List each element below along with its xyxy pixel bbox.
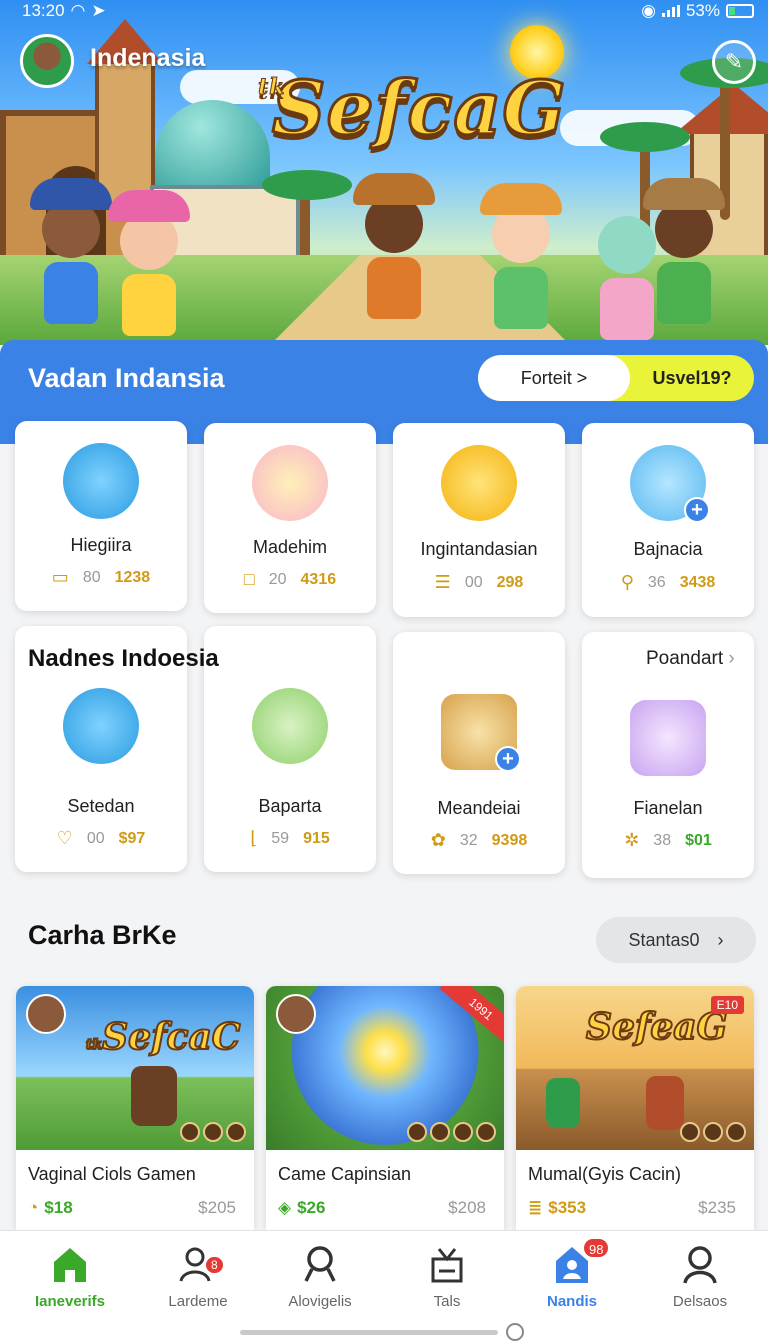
home-button-circle[interactable]: [506, 1323, 524, 1341]
game-thumbnail: tkSefcaC: [16, 986, 254, 1150]
character-boy-wizard: [353, 173, 435, 319]
square-icon: □: [243, 569, 255, 589]
category-card[interactable]: + Meandeiai ✿ 32 9398: [393, 632, 565, 874]
bottom-navigation: Ianeverifs 8 Lardeme Alovigelis Tals 98 …: [0, 1230, 768, 1344]
coins-stack-icon: ≣: [528, 1198, 543, 1217]
time: 13:20: [22, 1, 65, 20]
user-avatar[interactable]: [20, 34, 74, 88]
category-card[interactable]: Hiegiira ▭ 80 1238: [15, 421, 187, 611]
battery-percent: 53%: [685, 1, 720, 20]
nav-item-nandis[interactable]: 98 Nandis: [508, 1237, 636, 1310]
flower-icon: ✿: [430, 830, 446, 850]
home-indicator[interactable]: [240, 1330, 498, 1335]
home-icon: [6, 1243, 134, 1287]
location-title: Indenasia: [90, 44, 206, 72]
game-card[interactable]: 1991 Came Capinsian ◈ $26 $208: [266, 986, 504, 1230]
alarm-icon: ◉: [641, 1, 656, 20]
wifi-icon: ◠: [70, 1, 86, 20]
mosque-dome: [155, 100, 270, 190]
game-thumbnail: SefeaG E10: [516, 986, 754, 1150]
subsection-title: Nadnes Indoesia: [28, 645, 219, 672]
category-card[interactable]: Ingintandasian ☰ 00 298: [393, 423, 565, 617]
popular-link[interactable]: Poandart ›: [646, 648, 735, 670]
nav-item-tv[interactable]: Tals: [383, 1243, 511, 1310]
edit-button[interactable]: ✎: [712, 40, 756, 84]
list-icon: ☰: [434, 572, 451, 592]
game-thumbnail: 1991: [266, 986, 504, 1150]
fruit-icon: [252, 445, 328, 521]
gift-box-icon: [630, 700, 706, 776]
category-card[interactable]: Madehim □ 20 4316: [204, 423, 376, 613]
ticket-icon: ▭: [51, 567, 69, 587]
character-icon: [131, 1066, 177, 1126]
character-girl-teal: [598, 216, 656, 340]
signal-icon: [661, 5, 680, 17]
wizard-character-icon: [252, 688, 328, 764]
asterisk-icon: ✲: [624, 830, 640, 850]
coin-icon: ◔: [28, 1198, 39, 1217]
heart-icon: ♡: [56, 828, 73, 848]
plus-icon: +: [684, 497, 710, 523]
stats-button[interactable]: Stantas0 ›: [596, 917, 756, 963]
chest-icon: +: [630, 445, 710, 523]
avatar-icon: [276, 994, 316, 1034]
chevron-right-icon: ›: [728, 648, 735, 669]
basket-icon: [63, 443, 139, 519]
category-card[interactable]: + Bajnacia ⚲ 36 3438: [582, 423, 754, 617]
plus-icon: +: [495, 746, 521, 772]
toggle-option-forteit[interactable]: Forteit >: [478, 355, 630, 401]
notification-badge: 98: [582, 1237, 611, 1259]
nav-item-profile[interactable]: Delsaos: [636, 1243, 764, 1310]
character-boy-hat: [643, 178, 725, 324]
search-icon: [256, 1243, 384, 1287]
user-group-icon: 8: [134, 1243, 262, 1287]
cube-icon: [441, 445, 517, 521]
navigation-icon: ➤: [91, 1, 106, 20]
character-icon: [646, 1076, 684, 1130]
game-card[interactable]: SefeaG E10 Mumal(Gyis Cacin) ≣ $353 $235: [516, 986, 754, 1230]
chevron-right-icon: ›: [717, 929, 724, 950]
person-icon: [636, 1243, 764, 1287]
games-title: Carha BrKe: [28, 920, 177, 950]
treasure-box-icon: +: [441, 694, 521, 772]
tag-icon: ◈: [278, 1198, 292, 1217]
toggle-option-usvel[interactable]: Usvel19?: [630, 355, 754, 401]
character-icon: [63, 688, 139, 764]
character-icon: [546, 1078, 580, 1128]
game-logo: tk SefcaG: [257, 65, 567, 154]
character-girl-pink: [108, 190, 190, 336]
avatar-icon: [26, 994, 66, 1034]
tv-icon: [383, 1243, 511, 1287]
nav-item-home[interactable]: Ianeverifs: [6, 1243, 134, 1310]
category-card[interactable]: Baparta ⌊ 59 915: [204, 626, 376, 872]
status-bar: 13:20 ◠ ➤ ◉ 53%: [0, 0, 768, 22]
search-icon: ⚲: [620, 572, 634, 592]
character-girl-redhair: [480, 183, 562, 329]
featured-title: Vadan Indansia: [28, 363, 225, 393]
battery-icon: [726, 4, 754, 18]
character-boy-cap: [30, 178, 112, 324]
nav-item-friends[interactable]: 8 Lardeme: [134, 1243, 262, 1310]
bracket-icon: ⌊: [250, 828, 258, 848]
profile-home-icon: 98: [508, 1237, 636, 1287]
edit-icon: ✎: [724, 49, 744, 74]
nav-item-search[interactable]: Alovigelis: [256, 1243, 384, 1310]
featured-toggle[interactable]: Forteit > Usvel19?: [478, 355, 754, 401]
game-card[interactable]: tkSefcaC Vaginal Ciols Gamen ◔ $18 $205: [16, 986, 254, 1230]
notification-badge: 8: [204, 1255, 225, 1275]
